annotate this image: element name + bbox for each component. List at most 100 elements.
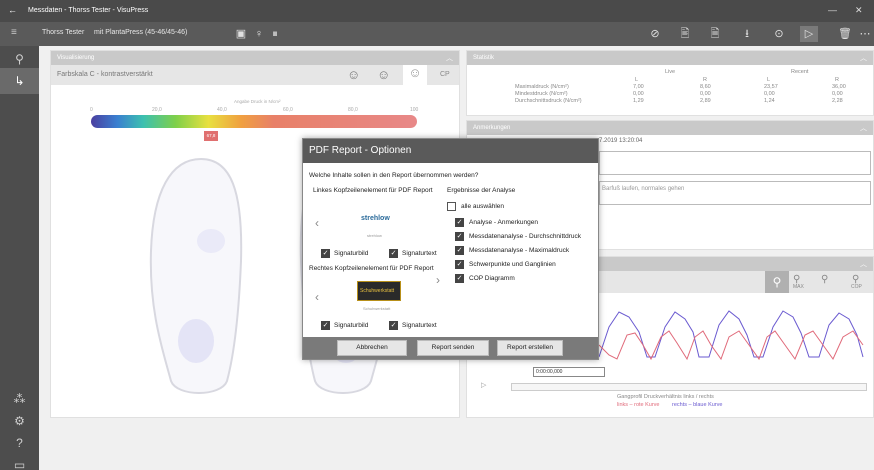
- option-notes-label: Analyse - Anmerkungen: [469, 219, 539, 226]
- option-max-label: Messdatenanalyse - Maximaldruck: [469, 247, 570, 254]
- option-checkbox-cop[interactable]: ✓: [455, 274, 464, 283]
- logo-strehlow-sub: strehlow: [367, 233, 382, 238]
- foot-view-c-icon[interactable]: ☺: [403, 65, 427, 85]
- disabled-icon[interactable]: ⊘: [646, 26, 664, 42]
- logo-schuhwerkstatt-sub: Schuhwerkstatt: [363, 306, 391, 311]
- tick-20: 20,0: [152, 107, 162, 113]
- stat-label: Mindestdruck (N/cm²): [515, 91, 568, 97]
- cop-label: COP: [851, 284, 862, 290]
- legend-left: links – rote Kurve: [617, 402, 660, 408]
- create-report-button[interactable]: Report erstellen: [497, 340, 563, 356]
- back-arrow-icon[interactable]: ←: [8, 5, 17, 15]
- tick-0: 0: [90, 107, 93, 113]
- select-all-checkbox[interactable]: [447, 202, 456, 211]
- collapse-icon[interactable]: ︿: [860, 53, 867, 63]
- right-prev-icon[interactable]: ‹: [315, 290, 319, 304]
- statistics-panel: Statistik ︿ Live Recent L R L R Maximald…: [466, 50, 874, 116]
- zoom-out-icon[interactable]: ⚲: [821, 274, 828, 285]
- note-text-field[interactable]: Barfuß laufen, normales gehen: [599, 181, 871, 205]
- option-checkbox-avg[interactable]: ✓: [455, 232, 464, 241]
- document-icon[interactable]: 🖹: [676, 26, 694, 42]
- foot-measure-icon[interactable]: ↳: [0, 68, 39, 94]
- stat-value: 7,00: [633, 84, 644, 90]
- live-header: Live: [665, 69, 676, 75]
- recent-l-header: L: [767, 77, 771, 83]
- note-timestamp: 7.2019 13:20:04: [599, 138, 643, 144]
- sig-image-label: Signaturbild: [334, 322, 369, 329]
- right-next-icon[interactable]: ›: [436, 273, 440, 287]
- scale-marker: 67,8: [204, 131, 218, 141]
- sidebar: ⚲ ↳ ⁂ ⚙ ? ▭: [0, 46, 39, 470]
- window-title: Messdaten - Thorss Tester - VisuPress: [28, 7, 149, 14]
- collapse-icon[interactable]: ︿: [446, 53, 453, 63]
- live-l-header: L: [635, 77, 639, 83]
- foot-view-a-icon[interactable]: ☺: [347, 67, 360, 82]
- left-prev-icon[interactable]: ‹: [315, 216, 319, 230]
- note-text: Barfuß laufen, normales gehen: [602, 186, 685, 192]
- left-heel-pressure: [178, 319, 214, 363]
- logo-strehlow-text: strehlow: [361, 215, 390, 222]
- stat-label: Durchschnittsdruck (N/cm²): [515, 98, 582, 104]
- zoom-icon[interactable]: ⚲: [765, 271, 789, 293]
- sig-image-checkbox-1[interactable]: ✓: [321, 249, 330, 258]
- option-checkbox-max[interactable]: ✓: [455, 246, 464, 255]
- note-title-field[interactable]: [599, 151, 871, 175]
- stat-value: 2,89: [700, 98, 711, 104]
- dialog-title: PDF Report - Optionen: [303, 139, 598, 163]
- pause-icon[interactable]: ⏸: [266, 26, 284, 42]
- sig-text-label: Signaturtext: [402, 322, 437, 329]
- more-icon[interactable]: ⋯: [858, 26, 872, 42]
- patient-name: Thorss Tester: [42, 29, 85, 36]
- cancel-button[interactable]: Abbrechen: [337, 340, 407, 356]
- menu-icon[interactable]: ≡: [11, 27, 17, 38]
- tick-40: 40,0: [217, 107, 227, 113]
- dialog-footer: Abbrechen Report senden Report erstellen: [303, 337, 598, 359]
- sig-image-checkbox-2[interactable]: ✓: [321, 321, 330, 330]
- send-report-button[interactable]: Report senden: [417, 340, 489, 356]
- stat-value: 0,00: [633, 91, 644, 97]
- minimize-icon[interactable]: —: [828, 5, 837, 15]
- max-label: MAX: [793, 284, 804, 290]
- download-icon[interactable]: ⭳: [738, 26, 756, 42]
- live-r-header: R: [703, 77, 707, 83]
- keyboard-icon[interactable]: ▭: [0, 452, 39, 470]
- toolbar: ≡ Thorss Tester mit PlantaPress (45-46/4…: [0, 22, 874, 46]
- option-avg-label: Messdatenanalyse - Durchschnittdruck: [469, 233, 581, 240]
- sig-image-label: Signaturbild: [334, 250, 369, 257]
- left-ball-pressure: [197, 229, 225, 253]
- collapse-icon[interactable]: ︿: [860, 259, 867, 269]
- tick-100: 100: [410, 107, 419, 113]
- legend-right: rechts – blaue Kurve: [672, 402, 723, 408]
- tick-60: 60,0: [283, 107, 293, 113]
- foot-view-b-icon[interactable]: ☺: [377, 67, 390, 82]
- recent-r-header: R: [835, 77, 839, 83]
- stat-value: 1,29: [633, 98, 644, 104]
- sig-text-checkbox-2[interactable]: ✓: [389, 321, 398, 330]
- stat-value: 36,00: [832, 84, 846, 90]
- link-icon[interactable]: ⊙: [770, 26, 788, 42]
- logo-schuhwerkstatt-text: Schuhwerkstatt: [360, 288, 395, 294]
- select-all-label: alle auswählen: [461, 203, 505, 210]
- report-icon[interactable]: 🗎: [706, 26, 724, 42]
- results-header: Ergebnisse der Analyse: [447, 187, 516, 194]
- right-curve: [599, 310, 864, 358]
- play-icon[interactable]: ▷: [481, 381, 486, 389]
- collapse-icon[interactable]: ︿: [860, 123, 867, 133]
- screen-icon[interactable]: ▣: [232, 26, 250, 42]
- cp-button[interactable]: CP: [440, 71, 450, 78]
- timeline-scrubber[interactable]: [511, 383, 867, 391]
- device-info: mit PlantaPress (45-46/45-46): [94, 29, 188, 36]
- option-checkbox-cog[interactable]: ✓: [455, 260, 464, 269]
- logo-schuhwerkstatt: Schuhwerkstatt: [357, 281, 401, 301]
- export-icon[interactable]: ▷: [800, 26, 818, 42]
- trash-icon[interactable]: 🗑: [836, 26, 854, 42]
- close-icon[interactable]: ✕: [855, 5, 863, 16]
- time-display: 0:00:00,000: [533, 367, 605, 377]
- stat-value: 1,24: [764, 98, 775, 104]
- sig-text-checkbox-1[interactable]: ✓: [389, 249, 398, 258]
- option-checkbox-notes[interactable]: ✓: [455, 218, 464, 227]
- stat-value: 23,57: [764, 84, 778, 90]
- logo-strehlow: strehlow: [353, 209, 399, 229]
- stat-value: 0,00: [700, 91, 711, 97]
- title-bar: ← Messdaten - Thorss Tester - VisuPress …: [0, 0, 874, 22]
